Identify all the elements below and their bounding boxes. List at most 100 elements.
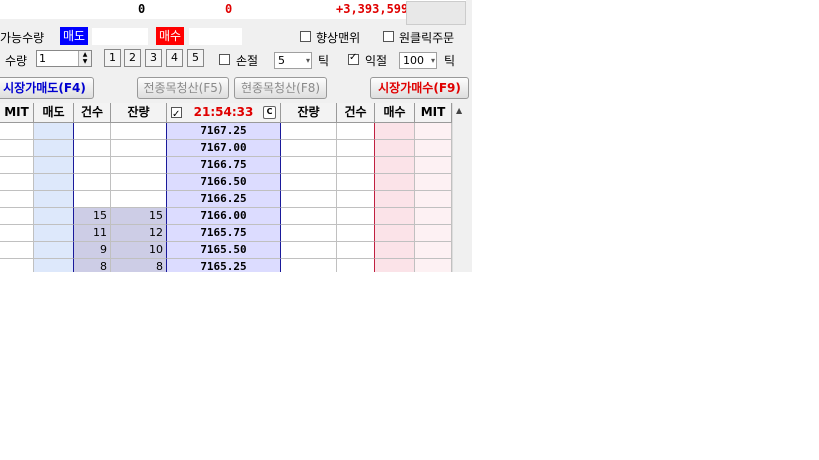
buy-count-cell[interactable] [337,225,375,242]
sell-cell[interactable] [34,208,74,225]
price-cell[interactable]: 7167.00 [167,140,281,157]
liquidate-all-button[interactable]: 전종목청산(F5) [137,77,229,99]
sell-qty-cell[interactable]: 12 [111,225,167,242]
buy-mit-cell[interactable] [415,191,452,208]
sell-qty-cell[interactable]: 8 [111,259,167,272]
buy-cell[interactable] [375,140,415,157]
buy-count-cell[interactable] [337,123,375,140]
sell-mit-cell[interactable] [0,259,34,272]
buy-cell[interactable] [375,242,415,259]
buy-count-cell[interactable] [337,174,375,191]
sell-cell[interactable] [34,140,74,157]
price-cell[interactable]: 7165.50 [167,242,281,259]
sell-mit-cell[interactable] [0,140,34,157]
liquidate-current-button[interactable]: 현종목청산(F8) [234,77,327,99]
price-cell[interactable]: 7166.50 [167,174,281,191]
price-cell[interactable]: 7165.25 [167,259,281,272]
header-checkbox[interactable] [171,105,182,124]
buy-mit-cell[interactable] [415,242,452,259]
clock-button[interactable]: C [263,106,276,119]
sell-cell[interactable] [34,242,74,259]
sell-count-cell[interactable]: 11 [74,225,111,242]
qty-input[interactable]: 1 ▲ ▼ [36,50,92,67]
buy-cell[interactable] [375,191,415,208]
sell-mit-cell[interactable] [0,157,34,174]
buy-count-cell[interactable] [337,157,375,174]
qty-button-4[interactable]: 4 [166,49,183,67]
buy-count-cell[interactable] [337,140,375,157]
buy-qty-cell[interactable] [281,242,337,259]
buy-cell[interactable] [375,123,415,140]
sell-mit-cell[interactable] [0,225,34,242]
sell-qty-cell[interactable] [111,140,167,157]
buy-mit-cell[interactable] [415,259,452,272]
price-cell[interactable]: 7166.25 [167,191,281,208]
sell-cell[interactable] [34,259,74,272]
take-profit-ticks-select[interactable]: 100 ▾ [399,52,437,69]
table-row[interactable]: 15 15 7166.00 [0,208,464,225]
buy-count-cell[interactable] [337,208,375,225]
sell-mit-cell[interactable] [0,191,34,208]
sell-qty-cell[interactable]: 10 [111,242,167,259]
sell-qty-cell[interactable] [111,157,167,174]
qty-button-5[interactable]: 5 [187,49,204,67]
price-cell[interactable]: 7166.75 [167,157,281,174]
sell-cell[interactable] [34,225,74,242]
table-row[interactable]: 9 10 7165.50 [0,242,464,259]
buy-qty-cell[interactable] [281,123,337,140]
table-row[interactable]: 11 12 7165.75 [0,225,464,242]
table-row[interactable]: 7167.00 [0,140,464,157]
buy-cell[interactable] [375,225,415,242]
sell-cell[interactable] [34,157,74,174]
sell-qty-cell[interactable] [111,174,167,191]
buy-mit-cell[interactable] [415,157,452,174]
favorable-exit-checkbox[interactable] [300,31,311,42]
table-row[interactable]: 7167.25 [0,123,464,140]
buy-count-cell[interactable] [337,242,375,259]
market-buy-button[interactable]: 시장가매수(F9) [370,77,469,99]
table-row[interactable]: 7166.75 [0,157,464,174]
sell-qty-cell[interactable]: 15 [111,208,167,225]
sell-count-cell[interactable]: 15 [74,208,111,225]
buy-qty-cell[interactable] [281,259,337,272]
buy-qty-cell[interactable] [281,157,337,174]
price-cell[interactable]: 7166.00 [167,208,281,225]
sell-count-cell[interactable] [74,140,111,157]
scroll-up-icon[interactable]: ▲ [456,106,462,115]
sell-mit-cell[interactable] [0,242,34,259]
take-profit-checkbox[interactable] [348,52,359,65]
qty-button-1[interactable]: 1 [104,49,121,67]
buy-mit-cell[interactable] [415,174,452,191]
buy-qty-cell[interactable] [281,140,337,157]
qty-button-3[interactable]: 3 [145,49,162,67]
buy-mit-cell[interactable] [415,225,452,242]
buy-qty-cell[interactable] [281,225,337,242]
qty-spinner-icon[interactable]: ▲ ▼ [78,51,91,66]
buy-qty-cell[interactable] [281,174,337,191]
table-row[interactable]: 7166.25 [0,191,464,208]
table-row[interactable]: 8 8 7165.25 [0,259,464,272]
sell-qty-cell[interactable] [111,191,167,208]
buy-cell[interactable] [375,174,415,191]
market-sell-button[interactable]: 시장가매도(F4) [0,77,94,99]
stop-loss-checkbox[interactable] [219,54,230,65]
buy-count-cell[interactable] [337,259,375,272]
sell-mit-cell[interactable] [0,208,34,225]
buy-cell[interactable] [375,259,415,272]
sell-count-cell[interactable]: 9 [74,242,111,259]
buy-qty-cell[interactable] [281,208,337,225]
sell-count-cell[interactable]: 8 [74,259,111,272]
sell-cell[interactable] [34,174,74,191]
stop-loss-ticks-select[interactable]: 5 ▾ [274,52,312,69]
buy-qty-cell[interactable] [281,191,337,208]
sell-mit-cell[interactable] [0,123,34,140]
sell-cell[interactable] [34,191,74,208]
sell-cell[interactable] [34,123,74,140]
buy-mit-cell[interactable] [415,208,452,225]
sell-qty-cell[interactable] [111,123,167,140]
price-cell[interactable]: 7165.75 [167,225,281,242]
buy-count-cell[interactable] [337,191,375,208]
sell-mit-cell[interactable] [0,174,34,191]
one-click-checkbox[interactable] [383,31,394,42]
sell-count-cell[interactable] [74,123,111,140]
